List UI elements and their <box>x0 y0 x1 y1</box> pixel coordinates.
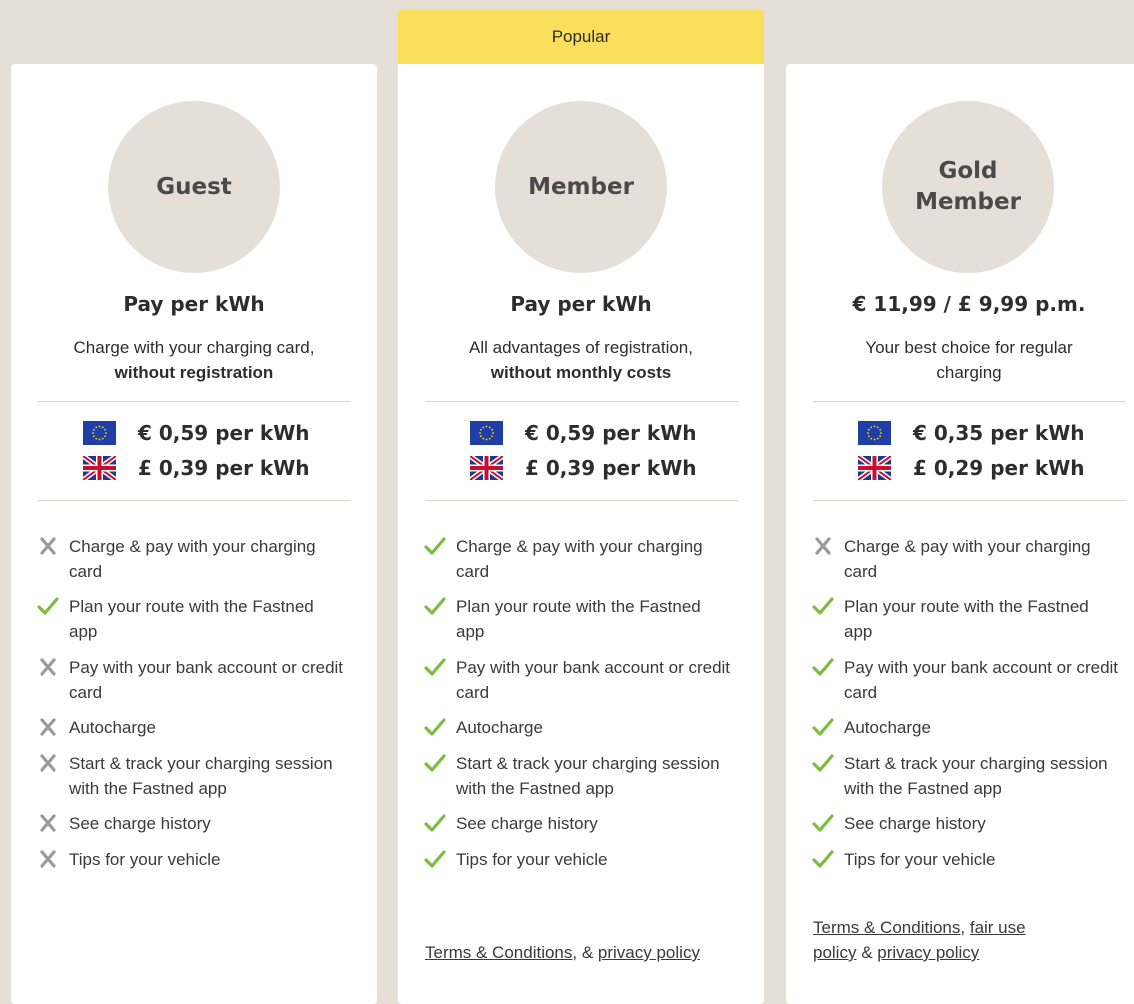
terms-separator: , <box>960 918 970 937</box>
check-icon <box>424 596 446 616</box>
rate-row-uk: £ 0,39 per kWh <box>83 455 310 481</box>
check-icon <box>812 849 834 869</box>
check-icon <box>424 717 446 737</box>
feature-text: Tips for your vehicle <box>456 850 608 869</box>
uk-flag-icon <box>83 456 138 480</box>
terms-conditions-link[interactable]: Terms & Conditions <box>425 943 572 962</box>
rate-text: € 0,35 per kWh <box>913 421 1085 445</box>
check-icon <box>424 849 446 869</box>
check-icon <box>812 717 834 737</box>
plan-subtitle: All advantages of registration, without … <box>398 335 764 385</box>
rate-row-eu: € 0,35 per kWh <box>858 420 1085 446</box>
plan-subtitle: Charge with your charging card, without … <box>11 335 377 385</box>
plan-card-gold-member: Gold Member € 11,99 / £ 9,99 p.m. Your b… <box>786 64 1134 1004</box>
plan-subtitle: Your best choice for regular charging <box>786 335 1134 385</box>
terms-separator: , & <box>572 943 598 962</box>
subtitle-bold: without registration <box>114 363 274 382</box>
privacy-policy-link[interactable]: privacy policy <box>598 943 700 962</box>
check-icon <box>424 657 446 677</box>
check-icon <box>37 596 59 616</box>
subtitle-bold: without monthly costs <box>490 363 672 382</box>
feature-text: Plan your route with the Fastned app <box>456 597 701 641</box>
eu-flag-icon <box>858 421 913 445</box>
terms-links: Terms & Conditions, fair use policy & pr… <box>813 915 1073 965</box>
feature-text: Pay with your bank account or credit car… <box>69 658 344 702</box>
check-icon <box>812 813 834 833</box>
cross-icon <box>37 849 59 869</box>
cross-icon <box>37 717 59 737</box>
feature-text: See charge history <box>69 814 211 833</box>
check-icon <box>424 536 446 556</box>
rate-row-uk: £ 0,29 per kWh <box>858 455 1085 481</box>
divider <box>813 401 1126 402</box>
divider <box>425 401 738 402</box>
check-icon <box>812 753 834 773</box>
popular-label: Popular <box>551 27 611 46</box>
feature-text: Autocharge <box>69 718 156 737</box>
feature-text: Plan your route with the Fastned app <box>844 597 1089 641</box>
check-icon <box>424 753 446 773</box>
rate-text: € 0,59 per kWh <box>138 421 310 445</box>
plan-card-member: Member Pay per kWh All advantages of reg… <box>398 64 764 1004</box>
rate-text: £ 0,39 per kWh <box>525 456 697 480</box>
check-icon <box>812 596 834 616</box>
divider <box>38 401 351 402</box>
subtitle-text: Your best choice for regular <box>865 338 1073 357</box>
cross-icon <box>37 813 59 833</box>
feature-text: Charge & pay with your charging card <box>69 537 316 581</box>
cross-icon <box>37 536 59 556</box>
feature-text: See charge history <box>456 814 598 833</box>
subtitle-text: All advantages of registration, <box>469 338 693 357</box>
feature-text: Tips for your vehicle <box>69 850 221 869</box>
price-title: € 11,99 / £ 9,99 p.m. <box>852 292 1086 316</box>
rate-text: £ 0,29 per kWh <box>913 456 1085 480</box>
feature-text: Plan your route with the Fastned app <box>69 597 314 641</box>
uk-flag-icon <box>470 456 525 480</box>
feature-text: Pay with your bank account or credit car… <box>844 658 1119 702</box>
subtitle-text: charging <box>936 363 1002 382</box>
cross-icon <box>37 657 59 677</box>
price-title: Pay per kWh <box>510 292 652 316</box>
feature-text: Charge & pay with your charging card <box>844 537 1091 581</box>
divider <box>813 500 1126 501</box>
popular-banner: Popular <box>398 10 764 64</box>
cross-icon <box>812 536 834 556</box>
rate-text: £ 0,39 per kWh <box>138 456 310 480</box>
rate-text: € 0,59 per kWh <box>525 421 697 445</box>
rate-row-uk: £ 0,39 per kWh <box>470 455 697 481</box>
subtitle-text: Charge with your charging card, <box>73 338 315 357</box>
terms-links: Terms & Conditions, & privacy policy <box>425 940 745 965</box>
terms-conditions-link[interactable]: Terms & Conditions <box>813 918 960 937</box>
divider <box>38 500 351 501</box>
rate-row-eu: € 0,59 per kWh <box>83 420 310 446</box>
terms-separator: & <box>856 943 878 962</box>
price-title: Pay per kWh <box>123 292 265 316</box>
plan-name: Gold Member <box>882 101 1054 273</box>
feature-text: Start & track your charging session with… <box>844 754 1108 798</box>
plan-name: Guest <box>108 101 280 273</box>
feature-text: Autocharge <box>456 718 543 737</box>
check-icon <box>424 813 446 833</box>
feature-text: Pay with your bank account or credit car… <box>456 658 731 702</box>
divider <box>425 500 738 501</box>
feature-text: Start & track your charging session with… <box>69 754 333 798</box>
cross-icon <box>37 753 59 773</box>
privacy-policy-link[interactable]: privacy policy <box>877 943 979 962</box>
feature-text: See charge history <box>844 814 986 833</box>
rate-row-eu: € 0,59 per kWh <box>470 420 697 446</box>
feature-text: Tips for your vehicle <box>844 850 996 869</box>
plan-card-guest: Guest Pay per kWh Charge with your charg… <box>11 64 377 1004</box>
eu-flag-icon <box>470 421 525 445</box>
eu-flag-icon <box>83 421 138 445</box>
check-icon <box>812 657 834 677</box>
feature-text: Charge & pay with your charging card <box>456 537 703 581</box>
uk-flag-icon <box>858 456 913 480</box>
plan-name: Member <box>495 101 667 273</box>
feature-text: Autocharge <box>844 718 931 737</box>
feature-text: Start & track your charging session with… <box>456 754 720 798</box>
